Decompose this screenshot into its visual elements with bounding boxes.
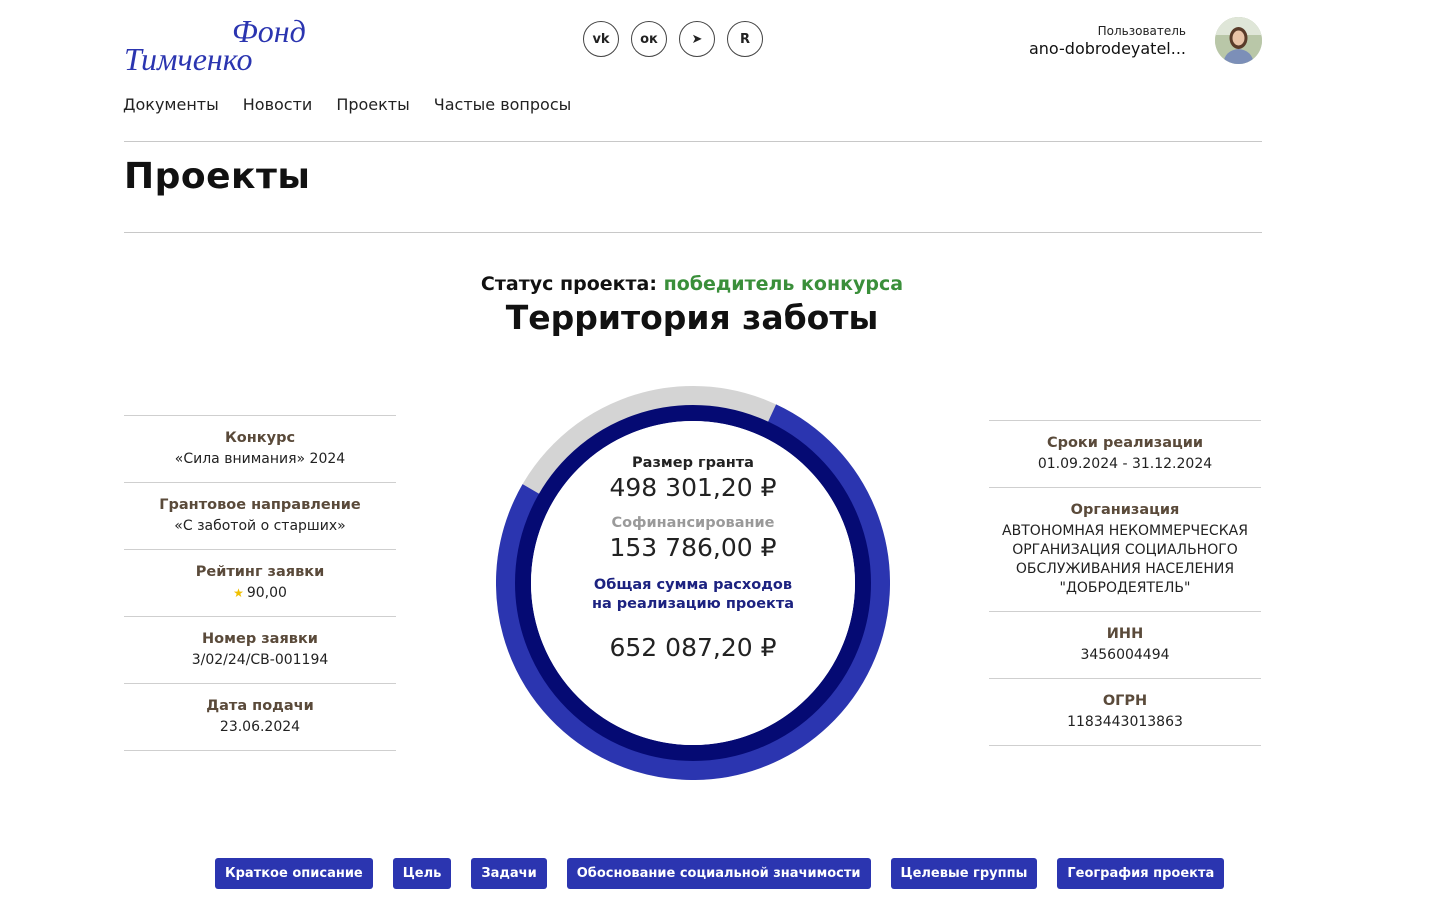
total-label: Общая сумма расходов на реализацию проек… (540, 576, 846, 614)
grant-value: 498 301,20 ₽ (609, 473, 777, 502)
tab-target-groups[interactable]: Целевые группы (890, 858, 1038, 889)
info-value: 3/02/24/СВ-001194 (191, 652, 329, 668)
project-details-left: Конкурс «Сила внимания» 2024 Грантовое н… (124, 415, 396, 751)
avatar[interactable] (1215, 17, 1262, 64)
total-label-text: Общая сумма расходов на реализацию проек… (591, 577, 795, 612)
rutube-icon[interactable]: R (727, 21, 763, 57)
info-value: 01.09.2024 - 31.12.2024 (1037, 456, 1213, 472)
telegram-icon[interactable]: ➤ (679, 21, 715, 57)
status-label: Статус проекта: (480, 273, 657, 295)
logo-graphic: Фонд Тимченко (124, 13, 306, 74)
tab-goal[interactable]: Цель (392, 858, 452, 889)
main-nav: Документы Новости Проекты Частые вопросы (123, 95, 571, 114)
info-value: 3456004494 (1080, 647, 1170, 663)
grant-label: Размер гранта (632, 455, 754, 471)
info-item-submission-date: Дата подачи 23.06.2024 (124, 683, 396, 751)
vk-icon[interactable]: vk (583, 21, 619, 57)
user-info[interactable]: Пользователь ano-dobrodeyatel... (1029, 24, 1186, 58)
info-label: Номер заявки (202, 631, 318, 647)
project-title: Территория заботы (505, 298, 879, 337)
info-item-ogrn: ОГРН 1183443013863 (989, 678, 1261, 746)
divider (124, 232, 1262, 233)
user-name: ano-dobrodeyatel... (1028, 39, 1186, 58)
info-label: Рейтинг заявки (195, 564, 325, 580)
info-item-direction: Грантовое направление «С заботой о старш… (124, 482, 396, 549)
info-item-contest: Конкурс «Сила внимания» 2024 (124, 415, 396, 482)
info-value: 1183443013863 (1067, 714, 1183, 730)
budget-summary: Размер гранта 498 301,20 ₽ Софинансирова… (540, 455, 846, 662)
tab-geography[interactable]: География проекта (1057, 858, 1225, 889)
info-value: «Сила внимания» 2024 (174, 451, 346, 467)
user-label: Пользователь (1097, 24, 1186, 38)
rating-value: 90,00 (246, 585, 287, 601)
info-value: «С заботой о старших» (174, 518, 346, 534)
info-value: 23.06.2024 (219, 719, 301, 735)
info-item-organization: Организация АВТОНОМНАЯ НЕКОММЕРЧЕСКАЯ ОР… (989, 487, 1261, 611)
info-label: ИНН (1106, 626, 1144, 642)
info-label: Сроки реализации (1046, 435, 1204, 451)
cofinancing-value: 153 786,00 ₽ (609, 533, 777, 562)
tab-social-significance[interactable]: Обоснование социальной значимости (566, 858, 871, 889)
info-item-rating: Рейтинг заявки ★ 90,00 (124, 549, 396, 616)
info-label: Дата подачи (206, 698, 314, 714)
page-title: Проекты (124, 156, 311, 197)
logo-line2: Тимченко (124, 41, 253, 74)
info-item-application-number: Номер заявки 3/02/24/СВ-001194 (124, 616, 396, 683)
divider (124, 141, 1262, 142)
social-links: vk ок ➤ R (583, 21, 763, 57)
avatar-image (1215, 17, 1262, 64)
cofinancing-label: Софинансирование (611, 515, 775, 531)
info-item-period: Сроки реализации 01.09.2024 - 31.12.2024 (989, 420, 1261, 487)
total-value: 652 087,20 ₽ (609, 633, 777, 662)
info-label: Организация (1070, 502, 1180, 518)
info-label: Грантовое направление (159, 497, 361, 513)
info-value: АВТОНОМНАЯ НЕКОММЕРЧЕСКАЯ ОРГАНИЗАЦИЯ СО… (1002, 523, 1248, 596)
nav-news[interactable]: Новости (243, 95, 313, 114)
info-value-rating: ★ 90,00 (132, 584, 388, 603)
info-label: ОГРН (1102, 693, 1148, 709)
nav-faq[interactable]: Частые вопросы (434, 95, 572, 114)
info-label: Конкурс (224, 430, 296, 446)
info-item-inn: ИНН 3456004494 (989, 611, 1261, 678)
ok-icon[interactable]: ок (631, 21, 667, 57)
star-icon: ★ (233, 586, 244, 600)
nav-documents[interactable]: Документы (123, 95, 219, 114)
status-value: победитель конкурса (663, 273, 904, 295)
project-status: Статус проекта: победитель конкурса (0, 273, 1384, 295)
nav-projects[interactable]: Проекты (336, 95, 409, 114)
tab-short-description[interactable]: Краткое описание (215, 858, 373, 889)
logo[interactable]: Фонд Тимченко (124, 8, 324, 74)
tab-tasks[interactable]: Задачи (471, 858, 547, 889)
project-details-right: Сроки реализации 01.09.2024 - 31.12.2024… (989, 420, 1261, 746)
project-tabs: Краткое описание Цель Задачи Обоснование… (215, 858, 1225, 889)
